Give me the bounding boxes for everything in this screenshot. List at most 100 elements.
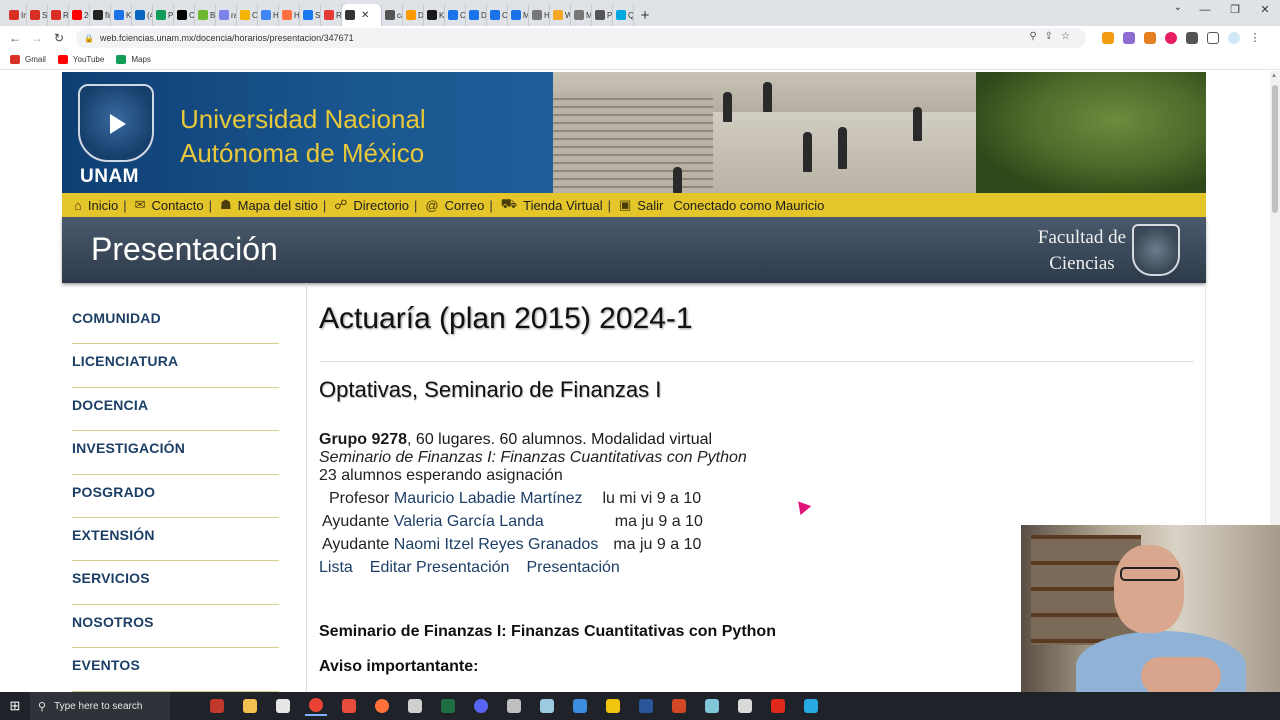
file-explorer-icon[interactable] [239, 696, 261, 716]
new-tab-button[interactable]: + [634, 4, 656, 26]
menu-mapa-del-sitio[interactable]: ☗ Mapa del sitio | [220, 197, 326, 213]
metamask-icon[interactable] [1144, 32, 1156, 44]
browser-tab[interactable]: Sol [27, 4, 48, 26]
staff-name-link[interactable]: Valeria García Landa [394, 513, 544, 531]
faculty-name[interactable]: Facultad de Ciencias [1038, 225, 1126, 277]
staff-name-link[interactable]: Naomi Itzel Reyes Granados [394, 536, 599, 554]
forward-icon[interactable]: → [26, 31, 48, 45]
bookmark-maps[interactable]: Maps [116, 55, 151, 64]
sidebar-item-servicios[interactable]: SERVICIOS [72, 561, 279, 605]
sidebar-item-extension[interactable]: EXTENSIÓN [72, 518, 279, 562]
browser-tab[interactable]: De [466, 4, 487, 26]
puzzle-icon[interactable] [1186, 32, 1198, 44]
lista-link[interactable]: Lista [319, 559, 353, 577]
browser-tab[interactable]: cal [382, 4, 403, 26]
chrome-app-icon[interactable] [305, 696, 327, 716]
menu-inicio[interactable]: ⌂ Inicio | [74, 198, 127, 213]
extension-icon[interactable] [1123, 32, 1135, 44]
lock-icon[interactable]: 🔒 [84, 34, 94, 43]
excel-app-icon[interactable] [437, 696, 459, 716]
browser-tab[interactable]: fin [90, 4, 111, 26]
app-12-icon[interactable] [569, 696, 591, 716]
windows-start-icon[interactable]: ⊞ [0, 698, 30, 714]
menu-salir[interactable]: ▣ Salir [619, 197, 663, 213]
menu-correo[interactable]: @ Correo | [425, 198, 492, 213]
browser-tab[interactable]: Du [403, 4, 424, 26]
browser-tab[interactable]: Sol [300, 4, 321, 26]
menu-directorio[interactable]: ☍ Directorio | [334, 197, 417, 213]
browser-tab[interactable]: Co [174, 4, 195, 26]
scrollbar-thumb[interactable] [1272, 85, 1278, 213]
bookmark-youtube[interactable]: YouTube [57, 55, 104, 64]
browser-tab[interactable]: Ho [529, 4, 550, 26]
sidebar-item-docencia[interactable]: DOCENCIA [72, 388, 279, 432]
url-field[interactable]: 🔒 web.fciencias.unam.mx/docencia/horario… [76, 28, 1086, 48]
staff-name-link[interactable]: Mauricio Labadie Martínez [394, 490, 583, 508]
app-16-icon[interactable] [701, 696, 723, 716]
app-10-icon[interactable] [503, 696, 525, 716]
browser-tab[interactable]: Ho [258, 4, 279, 26]
browser-tab[interactable]: Ma [571, 4, 592, 26]
sidebar-item-licenciatura[interactable]: LICENCIATURA [72, 344, 279, 388]
minimize-icon[interactable]: — [1190, 0, 1220, 22]
menu-tienda-virtual[interactable]: ⛟ Tienda Virtual | [501, 196, 611, 214]
browser-tab[interactable]: Kn [111, 4, 132, 26]
taskbar-search[interactable]: ⚲ Type here to search [30, 692, 170, 720]
sidebar-item-comunidad[interactable]: COMUNIDAD [72, 301, 279, 345]
presentacion-link[interactable]: Presentación [526, 559, 619, 577]
browser-tab[interactable]: Inb [6, 4, 27, 26]
app-5-icon[interactable] [338, 696, 360, 716]
unam-header[interactable]: UNAM Universidad Nacional Autónoma de Mé… [62, 72, 553, 193]
browser-tab[interactable]: Co [487, 4, 508, 26]
profile-icon[interactable] [1228, 32, 1240, 44]
powerpoint-app-icon[interactable] [668, 696, 690, 716]
app-13-icon[interactable] [602, 696, 624, 716]
share-icon[interactable]: ⇪ [1045, 31, 1061, 42]
editar-presentacion-link[interactable]: Editar Presentación [370, 559, 510, 577]
browser-tab[interactable]: Or [237, 4, 258, 26]
bookmark-gmail[interactable]: Gmail [10, 55, 46, 64]
sidebar-item-nosotros[interactable]: NOSOTROS [72, 605, 279, 649]
firefox-app-icon[interactable] [371, 696, 393, 716]
sidebar-item-eventos[interactable]: EVENTOS [72, 648, 279, 692]
browser-tab[interactable]: Ho [279, 4, 300, 26]
browser-tab[interactable]: RA [321, 4, 342, 26]
app-19-icon[interactable] [800, 696, 822, 716]
back-icon[interactable]: ← [4, 31, 26, 45]
browser-tab[interactable]: Pla [592, 4, 613, 26]
extension-icon[interactable] [1102, 32, 1114, 44]
acrobat-app-icon[interactable] [767, 696, 789, 716]
side-panel-icon[interactable] [1207, 32, 1219, 44]
browser-tab[interactable]: Kir [424, 4, 445, 26]
close-tab-icon[interactable]: ✕ [361, 10, 369, 21]
browser-tab[interactable]: We [550, 4, 571, 26]
browser-tab[interactable]: Re [48, 4, 69, 26]
discord-app-icon[interactable] [470, 696, 492, 716]
sidebar-item-posgrado[interactable]: POSGRADO [72, 475, 279, 518]
browser-tab[interactable]: Bin [195, 4, 216, 26]
sidebar-item-investigacion[interactable]: INVESTIGACIÓN [72, 431, 279, 475]
reload-icon[interactable]: ↻ [48, 31, 70, 45]
browser-tab[interactable]: Co [445, 4, 466, 26]
extension-icon[interactable] [1165, 32, 1177, 44]
browser-tab[interactable]: MC [508, 4, 529, 26]
zoom-icon[interactable]: ⚲ [1029, 31, 1044, 42]
widgets-app-icon[interactable] [206, 696, 228, 716]
browser-tab[interactable]: Pa [153, 4, 174, 26]
restore-icon[interactable]: ❐ [1220, 0, 1250, 22]
app-7-icon[interactable] [404, 696, 426, 716]
close-window-icon[interactable]: ✕ [1250, 0, 1280, 22]
calculator-app-icon[interactable] [734, 696, 756, 716]
app-11-icon[interactable] [536, 696, 558, 716]
browser-tab[interactable]: 20 [69, 4, 90, 26]
menu-kebab-icon[interactable]: ⋮ [1249, 32, 1261, 44]
menu-contacto[interactable]: ✉ Contacto | [135, 197, 212, 213]
bookmark-star-icon[interactable]: ☆ [1061, 31, 1078, 42]
browser-tab[interactable]: Qu [613, 4, 634, 26]
store-app-icon[interactable] [272, 696, 294, 716]
browser-tab[interactable]: ray [216, 4, 237, 26]
tab-search-icon[interactable]: ⌄ [1174, 2, 1182, 13]
browser-tab[interactable]: (4) [132, 4, 153, 26]
browser-tab[interactable]: ✕ [342, 4, 382, 26]
scroll-up-icon[interactable]: ▲ [1271, 73, 1277, 79]
